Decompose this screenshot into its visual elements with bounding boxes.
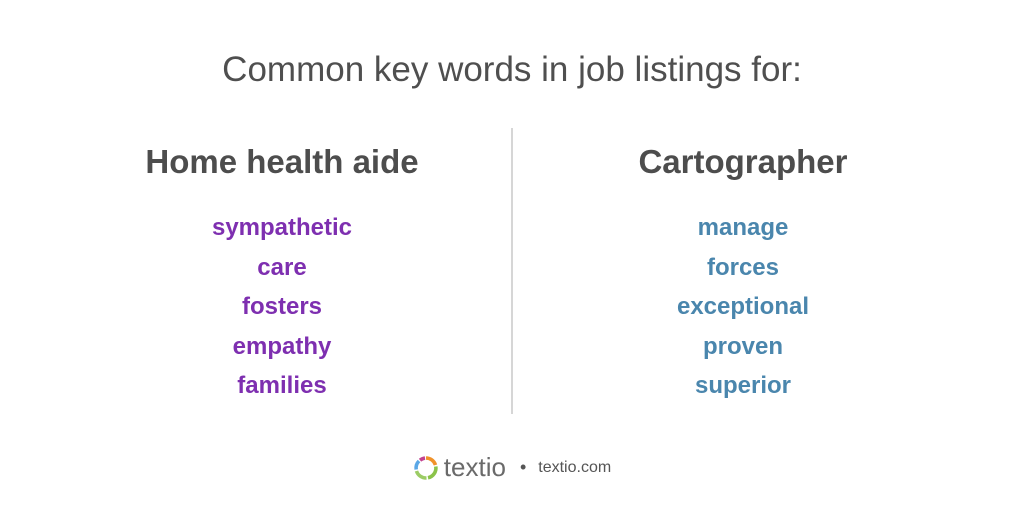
keyword: superior <box>694 372 792 399</box>
footer: textio • textio.com <box>0 452 1024 483</box>
separator: • <box>519 457 527 477</box>
keyword: sympathetic <box>211 214 353 241</box>
keyword: proven <box>702 332 783 360</box>
keyword-list: sympathetic care fosters empathy familie… <box>72 208 492 406</box>
keyword: forces <box>706 253 780 281</box>
keyword: empathy <box>232 332 332 360</box>
keyword: fosters <box>241 293 323 320</box>
keyword: exceptional <box>676 293 810 320</box>
keyword: care <box>257 253 307 281</box>
site-link[interactable]: textio.com <box>538 459 611 477</box>
textio-logo: textio <box>413 452 506 483</box>
page-title: Common key words in job listings for: <box>222 50 802 89</box>
keyword: families <box>237 372 327 399</box>
textio-ring-logo-icon <box>414 455 438 480</box>
keyword: manage <box>697 214 789 241</box>
column-cartographer: Cartographer manage forces exceptional p… <box>533 138 953 406</box>
column-divider <box>511 128 513 414</box>
column-heading: Cartographer <box>638 143 848 180</box>
column-heading: Home health aide <box>145 143 419 180</box>
column-home-health-aide: Home health aide sympathetic care foster… <box>72 138 492 406</box>
brand-name: textio <box>443 452 506 482</box>
keyword-list: manage forces exceptional proven superio… <box>533 208 953 406</box>
